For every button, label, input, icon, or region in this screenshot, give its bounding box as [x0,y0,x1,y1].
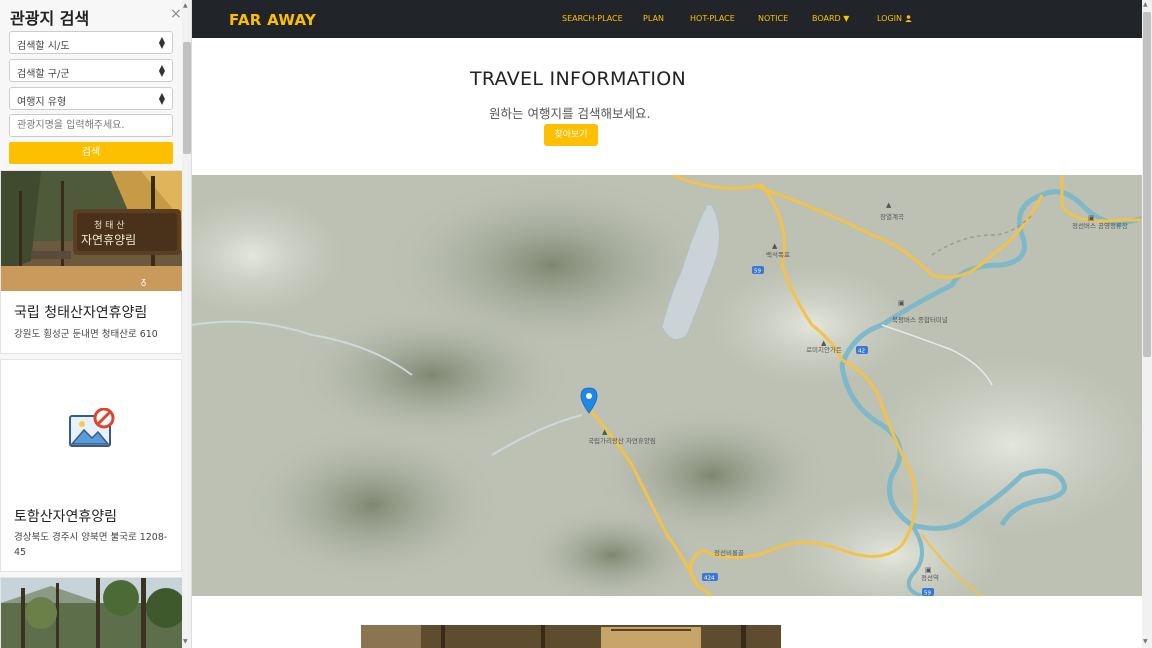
nav-login-label: LOGIN [877,14,903,23]
scroll-up-icon[interactable]: ▲ [183,2,188,9]
place-card-photo [1,578,183,648]
select-arrows-icon: ▲ ▼ [158,91,165,106]
sido-select-value: 검색할 시/도 [17,41,70,52]
nav-hot-place[interactable]: HOT-PLACE [690,14,735,23]
road-shield-424: 424 [704,576,715,582]
explore-button[interactable]: 찾아보기 [544,124,598,146]
user-icon [904,15,912,22]
dropdown-caret-icon: ▼ [843,14,850,23]
map-label-jeongseon-bus: 정선버스 공영정류장 [1072,221,1128,230]
scrollbar-thumb[interactable] [1143,12,1151,357]
place-card[interactable]: 청 태 산 자연휴양림 ᵹ 국립 청태산자연휴양림 강원도 횡성군 둔내면 청태… [0,170,183,354]
map-canvas[interactable]: 59 42 424 59 ▲ 장열계곡 ▲ 백석폭포 ▣ 북평버스 종합터미널 … [192,175,1142,596]
place-card-title: 국립 청태산자연휴양림 [14,305,148,321]
forest-icon: ▲ [602,428,608,436]
road-shield-59: 59 [924,591,931,597]
map-label-baekseok: 백석폭포 [766,250,790,259]
map-label-bus-terminal: 북평버스 종합터미널 [892,315,948,324]
map-view[interactable]: 59 42 424 59 ▲ 장열계곡 ▲ 백석폭포 ▣ 북평버스 종합터미널 … [192,175,1142,596]
search-sidebar: 관광지 검색 × 검색할 시/도 ▲ ▼ 검색할 구/군 ▲ ▼ 여행지 유형 ▲ ▼… [0,0,192,648]
search-button[interactable]: 검색 [9,142,173,164]
scroll-down-icon[interactable]: ▼ [1143,638,1148,645]
sidebar-header: 관광지 검색 × [0,0,182,30]
map-label-jeongseon-station: 정선역 [921,573,939,582]
sidebar-scrollbar[interactable]: ▲ ▼ [182,0,191,648]
select-arrows-icon: ▲ ▼ [158,63,165,78]
peak-icon: ▲ [886,201,892,209]
sidebar-title: 관광지 검색 [10,9,90,28]
page-title: TRAVEL INFORMATION [470,68,687,90]
keyword-input[interactable] [9,114,173,137]
top-navbar: FAR AWAY SEARCH-PLACE PLAN HOT-PLACE NOT… [192,0,1142,38]
bus-icon: ▣ [898,299,905,307]
nav-board-label: BOARD [812,14,841,23]
place-card[interactable] [0,577,183,648]
map-label-rose-garden: 로미지안가든 [806,345,842,354]
road-shield-59: 59 [754,269,761,275]
no-image-icon [69,408,115,447]
nav-login[interactable]: LOGIN [877,14,912,23]
svg-text:ᵹ: ᵹ [141,277,146,287]
select-arrows-icon: ▲ ▼ [158,35,165,50]
nav-notice[interactable]: NOTICE [758,14,788,23]
place-card-address: 강원도 횡성군 둔내면 청태산로 610 [14,329,158,340]
map-label-jangyeol: 장열계곡 [880,212,904,221]
map-marker-label: 국립가리왕산 자연휴양림 [588,436,656,445]
gugun-select[interactable]: 검색할 구/군 ▲ ▼ [9,59,173,82]
road-shield-42: 42 [858,349,865,355]
place-card[interactable]: 토함산자연휴양림 경상북도 경주시 양북면 불국로 1208-45 [0,359,182,572]
nav-board[interactable]: BOARD ▼ [812,14,849,23]
featured-photo [361,625,781,648]
bus-icon: ▣ [1088,214,1095,222]
svg-text:자연휴양림: 자연휴양림 [81,233,136,247]
scrollbar-thumb[interactable] [183,42,191,154]
type-select[interactable]: 여행지 유형 ▲ ▼ [9,87,173,110]
peak-icon: ▲ [772,242,778,250]
close-icon[interactable]: × [170,6,182,22]
train-icon: ▣ [925,566,932,574]
map-label-bimok: 정선비룡골 [714,548,744,557]
gugun-select-value: 검색할 구/군 [17,69,70,80]
place-card-title: 토함산자연휴양림 [14,509,118,525]
nav-search-place[interactable]: SEARCH-PLACE [562,14,623,23]
svg-text:청 태 산: 청 태 산 [94,220,125,231]
nav-plan[interactable]: PLAN [643,14,664,23]
scroll-up-icon[interactable]: ▲ [1143,1,1148,8]
place-card-photo: 청 태 산 자연휴양림 ᵹ [1,171,183,291]
type-select-value: 여행지 유형 [17,97,67,108]
page-scrollbar[interactable]: ▲ ▼ [1142,0,1152,648]
page-subtitle: 원하는 여행지를 검색해보세요. [489,106,651,121]
scroll-down-icon[interactable]: ▼ [183,638,188,645]
sido-select[interactable]: 검색할 시/도 ▲ ▼ [9,31,173,54]
brand-logo[interactable]: FAR AWAY [229,11,316,29]
place-card-address: 경상북도 경주시 양북면 불국로 1208-45 [14,532,168,558]
